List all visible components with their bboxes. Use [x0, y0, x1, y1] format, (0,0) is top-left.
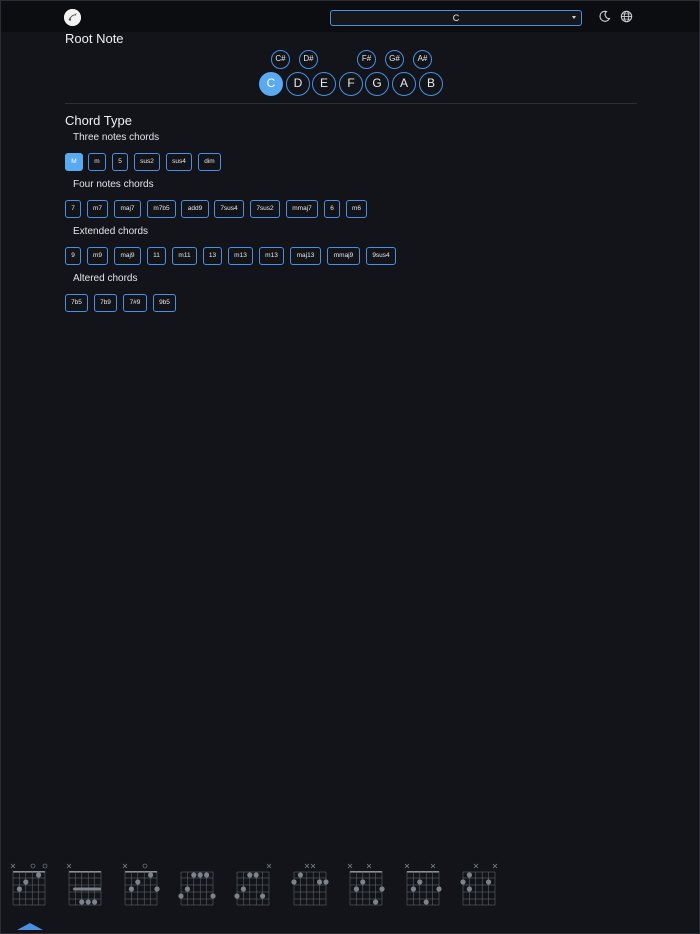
four-notes-chords-title: Four notes chords [73, 179, 154, 190]
chord-chip-m6[interactable]: m6 [346, 200, 367, 218]
chord-chip-m13[interactable]: m13 [228, 247, 253, 265]
chord-chip-9[interactable]: 9 [65, 247, 81, 265]
chord-diagram-4[interactable] [177, 863, 217, 907]
root-note-d-sharp[interactable]: D# [299, 50, 318, 69]
chord-chip-sus2[interactable]: sus2 [134, 153, 160, 171]
chord-chip-5[interactable]: 5 [112, 153, 128, 171]
chord-chip-11[interactable]: 11 [147, 247, 166, 265]
chord-diagram-3[interactable] [121, 863, 161, 907]
chord-chip-mmaj9[interactable]: mmaj9 [327, 247, 360, 265]
chord-chip-sus4[interactable]: sus4 [166, 153, 192, 171]
root-note-f[interactable]: F [339, 72, 363, 96]
root-note-b[interactable]: B [419, 72, 443, 96]
root-note-c[interactable]: C [259, 72, 283, 96]
root-note-title: Root Note [65, 31, 124, 46]
chord-chip-m11[interactable]: m11 [172, 247, 197, 265]
chord-chip-mmaj7[interactable]: mmaj7 [286, 200, 318, 218]
chord-diagram-1[interactable] [9, 863, 49, 907]
globe-icon[interactable] [620, 10, 633, 23]
chord-chip-M[interactable]: M [65, 153, 83, 171]
root-note-f-sharp[interactable]: F# [357, 50, 376, 69]
root-note-e[interactable]: E [312, 72, 336, 96]
chord-diagram-2[interactable] [65, 863, 105, 907]
chord-chip-13[interactable]: 13 [203, 247, 222, 265]
chord-chip-add9[interactable]: add9 [181, 200, 209, 218]
chord-chip-6[interactable]: 6 [324, 200, 340, 218]
chord-chip-7sus2[interactable]: 7sus2 [250, 200, 280, 218]
extended-chords-title: Extended chords [73, 226, 149, 237]
chord-diagram-5[interactable] [233, 863, 273, 907]
root-note-g[interactable]: G [365, 72, 389, 96]
chord-chip-m7b5[interactable]: m7b5 [147, 200, 176, 218]
chord-chip-m9[interactable]: m9 [87, 247, 108, 265]
root-note-d[interactable]: D [286, 72, 310, 96]
three-notes-chords-title: Three notes chords [73, 132, 160, 143]
altered-chords-title: Altered chords [73, 273, 138, 284]
chord-diagram-9[interactable] [459, 863, 499, 907]
chord-chip-m7[interactable]: m7 [87, 200, 108, 218]
chord-chip-m13-alt[interactable]: m13 [259, 247, 284, 265]
chord-chip-maj13[interactable]: maj13 [290, 247, 321, 265]
root-note-a-sharp[interactable]: A# [413, 50, 432, 69]
chord-chip-7[interactable]: 7 [65, 200, 81, 218]
chord-chip-dim[interactable]: dim [198, 153, 221, 171]
chord-chip-9b5[interactable]: 9b5 [153, 294, 176, 312]
root-note-c-sharp[interactable]: C# [271, 50, 290, 69]
app-logo-icon[interactable] [64, 9, 81, 26]
chord-chip-7b5[interactable]: 7b5 [65, 294, 88, 312]
chord-chip-7sharp9[interactable]: 7#9 [123, 294, 147, 312]
chord-chip-maj7[interactable]: maj7 [114, 200, 141, 218]
chord-chip-maj9[interactable]: maj9 [114, 247, 141, 265]
moon-icon[interactable] [598, 10, 611, 23]
chord-diagram-8[interactable] [403, 863, 443, 907]
section-divider [65, 103, 637, 104]
key-select[interactable]: C [330, 10, 582, 26]
chord-chip-7sus4[interactable]: 7sus4 [214, 200, 244, 218]
root-note-g-sharp[interactable]: G# [385, 50, 404, 69]
chord-type-title: Chord Type [65, 113, 132, 128]
top-bar: C [1, 1, 699, 32]
root-note-a[interactable]: A [392, 72, 416, 96]
chord-chip-9sus4[interactable]: 9sus4 [366, 247, 396, 265]
key-select-value: C [452, 13, 460, 23]
chevron-down-icon [572, 16, 576, 19]
chord-diagram-6[interactable] [290, 863, 330, 907]
expand-panel-icon[interactable] [17, 922, 43, 930]
chord-diagram-7[interactable] [346, 863, 386, 907]
chord-chip-m[interactable]: m [88, 153, 106, 171]
chord-chip-7b9[interactable]: 7b9 [94, 294, 117, 312]
